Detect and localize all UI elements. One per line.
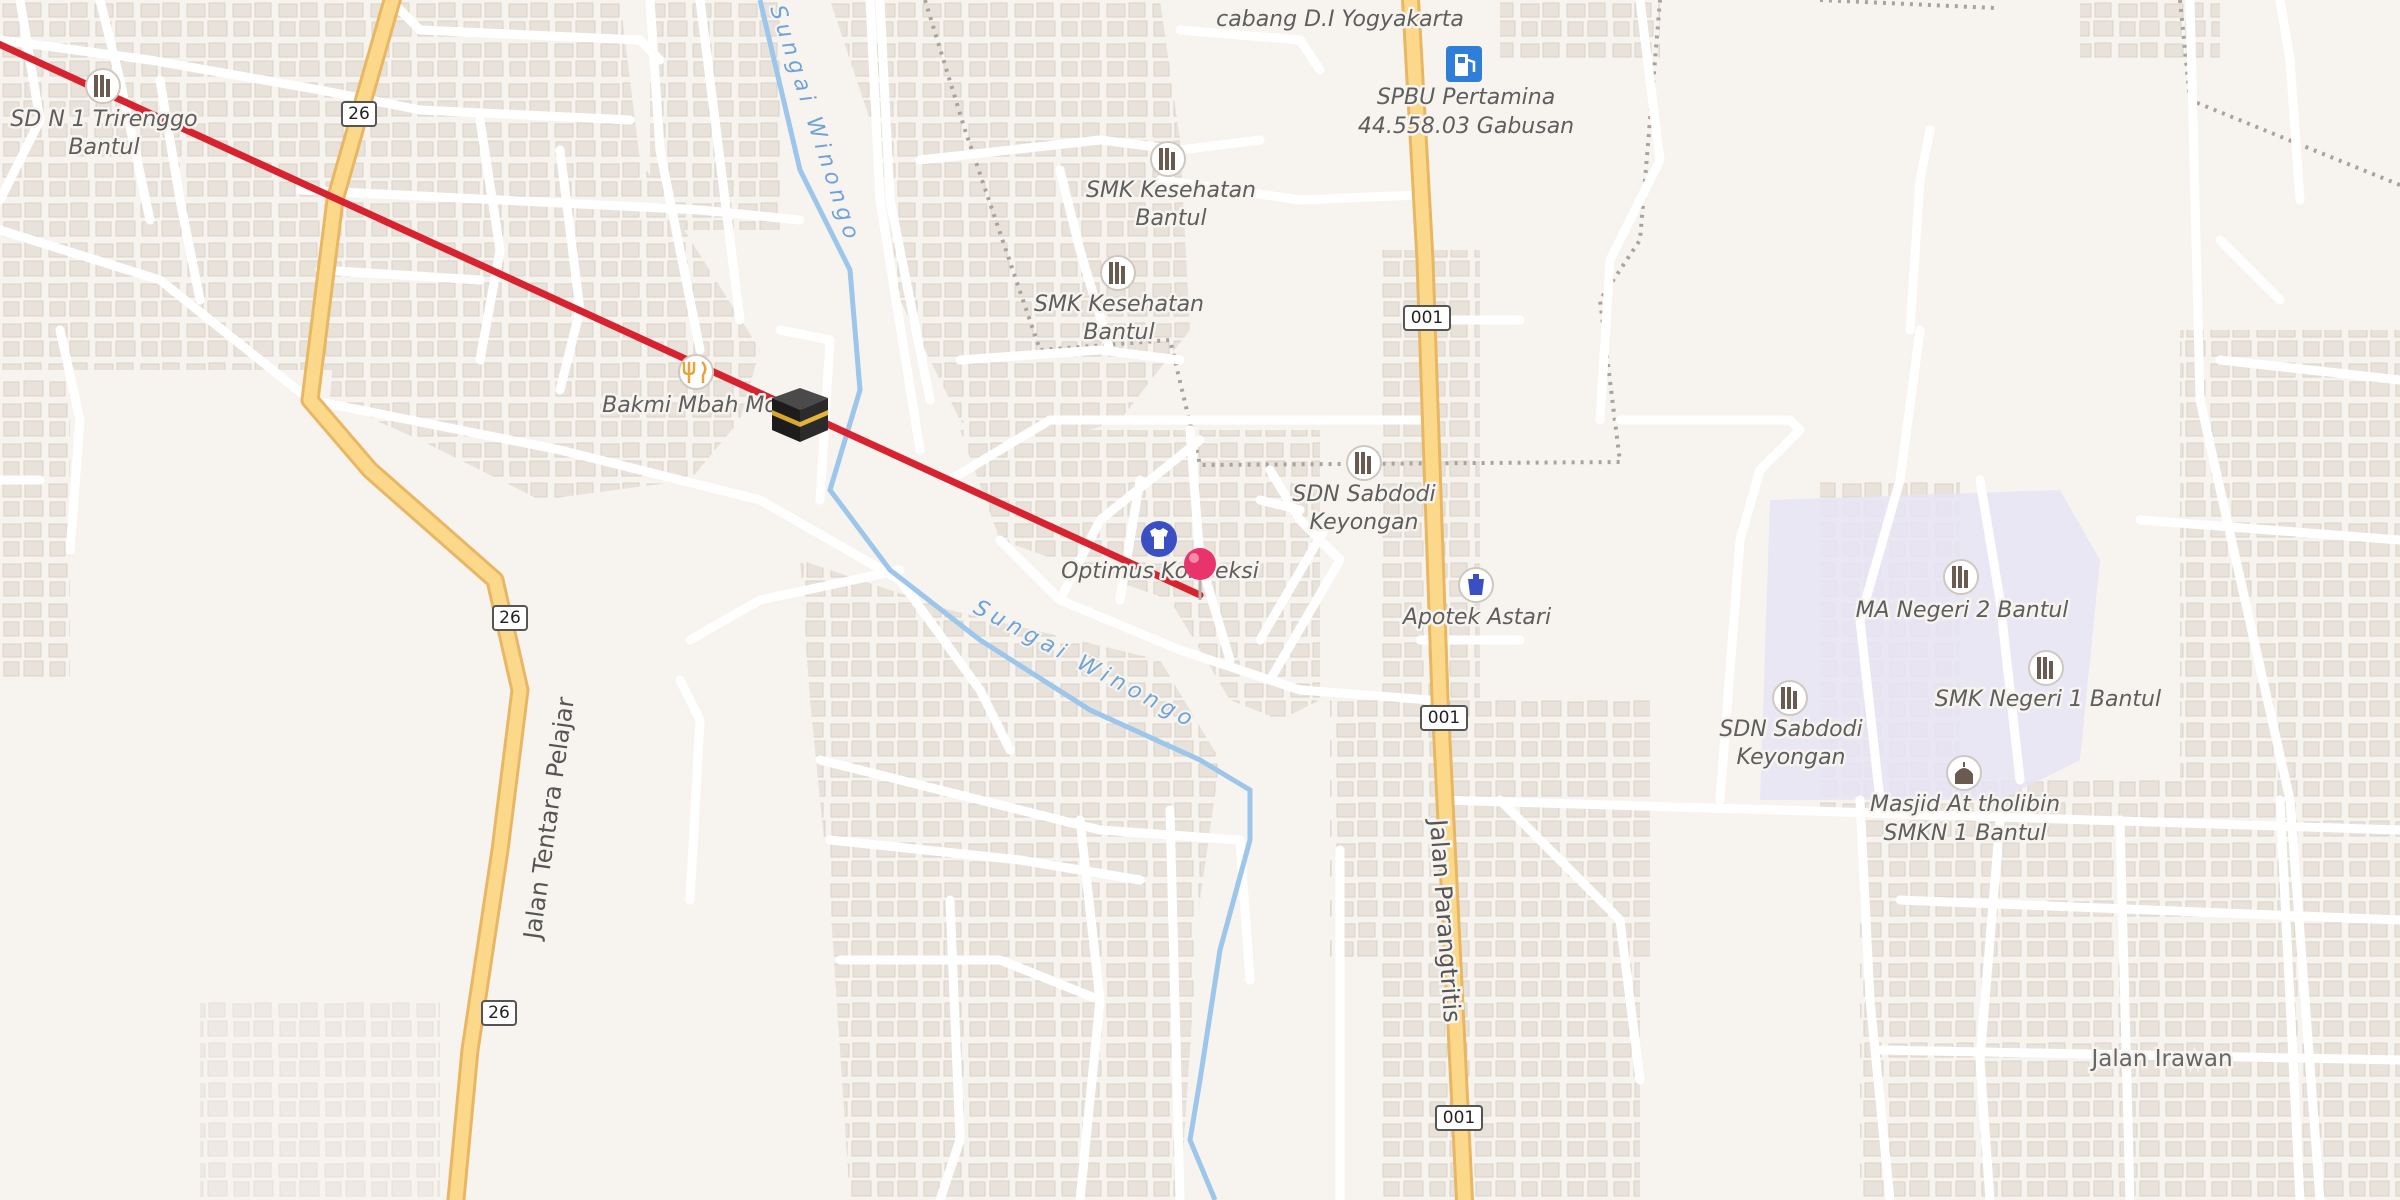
poi-label: SDN Sabdodi [1292, 482, 1435, 507]
poi-label: SMKN 1 Bantul [1883, 821, 2046, 846]
route-shield-001: 001 [1420, 705, 1468, 731]
svg-text:26: 26 [488, 1003, 510, 1023]
school-icon [1772, 680, 1808, 716]
mosque-icon [1946, 755, 1982, 791]
poi-label: Bantul [68, 135, 139, 160]
pharmacy-icon [1458, 567, 1494, 603]
school-icon [1943, 559, 1979, 595]
poi-label: Bantul [1083, 320, 1154, 345]
poi-label: Masjid At tholibin [1870, 792, 2060, 817]
school-icon [1150, 141, 1186, 177]
poi-label: Bantul [1135, 206, 1206, 231]
poi-label: Optimus Konveksi [1061, 559, 1259, 584]
route-shield-26: 26 [341, 101, 377, 127]
map-svg[interactable]: Sungai Winongo Sungai Winongo Jalan Tent… [0, 0, 2400, 1200]
road-label-irawan: Jalan Irawan [2089, 1046, 2232, 1072]
svg-text:001: 001 [1411, 308, 1443, 328]
route-shield-26: 26 [492, 605, 528, 631]
poi-label: SDN Sabdodi [1719, 717, 1862, 742]
poi-label: SMK Negeri 1 Bantul [1935, 687, 2161, 712]
poi-label: Keyongan [1737, 745, 1846, 770]
school-icon [85, 68, 121, 104]
map-canvas[interactable]: Sungai Winongo Sungai Winongo Jalan Tent… [0, 0, 2400, 1200]
poi-label: SMK Kesehatan [1034, 292, 1204, 317]
route-shield-001: 001 [1435, 1105, 1483, 1131]
school-icon [2028, 650, 2064, 686]
kaaba-icon[interactable] [772, 388, 828, 442]
poi-label: 44.558.03 Gabusan [1358, 114, 1574, 139]
poi-label: Keyongan [1310, 510, 1419, 535]
svg-text:001: 001 [1428, 708, 1460, 728]
poi-label: Apotek Astari [1401, 605, 1551, 630]
poi-label-cabang-diy[interactable]: cabang D.I Yogyakarta [1214, 5, 1467, 35]
svg-text:Jalan Tentara Pelajar: Jalan Tentara Pelajar [518, 695, 580, 943]
road-label-tentara-pelajar: Jalan Tentara Pelajar [515, 693, 582, 946]
poi-label: SD N 1 Trirenggo [10, 107, 197, 132]
route-shield-001: 001 [1403, 305, 1451, 331]
school-icon [1100, 255, 1136, 291]
poi-label: MA Negeri 2 Bantul [1856, 598, 2069, 623]
poi-label: Bakmi Mbah Mo [602, 393, 778, 418]
poi-label: SPBU Pertamina [1377, 85, 1555, 110]
route-shield-26: 26 [481, 1000, 517, 1026]
restaurant-icon [678, 354, 714, 390]
svg-text:26: 26 [348, 104, 370, 124]
school-icon [1346, 445, 1382, 481]
clothing-store-icon [1141, 521, 1177, 557]
poi-label: SMK Kesehatan [1086, 178, 1256, 203]
svg-text:26: 26 [499, 608, 521, 628]
svg-text:001: 001 [1443, 1108, 1475, 1128]
fuel-station-icon [1446, 46, 1482, 82]
